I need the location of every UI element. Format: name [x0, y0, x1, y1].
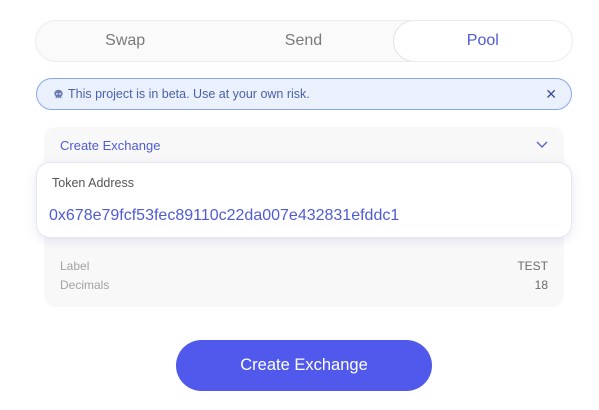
panel-title: Create Exchange — [60, 137, 161, 153]
info-key: Label — [60, 259, 90, 273]
token-address-input[interactable] — [49, 203, 559, 229]
info-row-label: Label TEST — [60, 259, 548, 273]
tab-swap[interactable]: Swap — [36, 21, 214, 61]
token-address-card: Token Address — [36, 162, 572, 238]
beta-banner: This project is in beta. Use at your own… — [36, 78, 572, 110]
mode-tabs: Swap Send Pool — [35, 20, 573, 62]
skull-icon — [53, 89, 64, 100]
info-key: Decimals — [60, 278, 110, 292]
tab-send[interactable]: Send — [214, 21, 392, 61]
token-address-label: Token Address — [52, 176, 134, 190]
panel-header[interactable]: Create Exchange — [44, 127, 564, 163]
info-value: TEST — [517, 259, 548, 273]
beta-message: This project is in beta. Use at your own… — [68, 87, 310, 101]
chevron-down-icon[interactable] — [536, 141, 548, 149]
tab-pool[interactable]: Pool — [392, 21, 572, 61]
info-value: 18 — [534, 278, 548, 292]
close-icon[interactable]: ✕ — [545, 86, 557, 103]
create-exchange-button[interactable]: Create Exchange — [176, 340, 432, 391]
info-row-decimals: Decimals 18 — [60, 278, 548, 292]
